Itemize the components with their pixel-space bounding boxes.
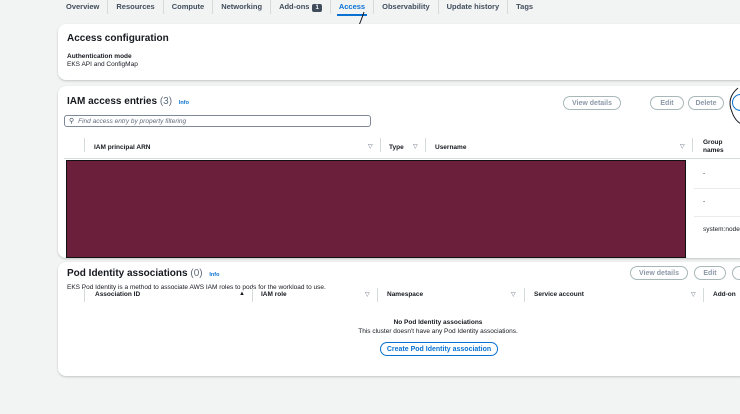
row-divider bbox=[694, 188, 740, 189]
column-separator bbox=[84, 288, 85, 302]
group-name-cell: - bbox=[703, 198, 706, 205]
sort-ascending-icon[interactable]: ▲ bbox=[239, 291, 245, 297]
tab-label: Networking bbox=[221, 2, 263, 11]
column-separator bbox=[84, 138, 85, 152]
tab-tags[interactable]: Tags bbox=[508, 0, 541, 14]
edit-button[interactable]: Edit bbox=[694, 266, 726, 280]
tab-label: Tags bbox=[516, 2, 534, 11]
column-separator bbox=[252, 288, 253, 302]
panel-description: EKS Pod Identity is a method to associat… bbox=[67, 284, 326, 291]
search-input[interactable]: ⚲ Find access entry by property filterin… bbox=[64, 115, 371, 127]
column-separator bbox=[380, 138, 381, 152]
sort-caret-icon[interactable]: ▽ bbox=[413, 143, 418, 150]
column-header-type[interactable]: Type bbox=[389, 144, 404, 151]
panel-title: Access configuration bbox=[67, 33, 169, 44]
column-header-username[interactable]: Username bbox=[435, 144, 466, 151]
tab-compute[interactable]: Compute bbox=[164, 0, 214, 14]
panel-title: IAM access entries (3) Info bbox=[67, 96, 189, 107]
column-separator bbox=[425, 138, 426, 152]
group-name-cell: system:node bbox=[703, 226, 740, 233]
pod-identity-panel: Pod Identity associations (0) Info EKS P… bbox=[58, 262, 740, 376]
panel-title: Pod Identity associations (0) Info bbox=[67, 268, 219, 279]
sort-caret-icon[interactable]: ▽ bbox=[511, 291, 516, 298]
tab-add-ons[interactable]: Add-ons 1 bbox=[271, 0, 331, 14]
header-divider bbox=[64, 158, 740, 159]
sort-caret-icon[interactable]: ▽ bbox=[365, 291, 370, 298]
entry-count: (3) bbox=[159, 96, 173, 107]
more-button[interactable] bbox=[732, 266, 740, 280]
sort-caret-icon[interactable]: ▽ bbox=[680, 143, 685, 150]
info-link[interactable]: Info bbox=[209, 272, 219, 278]
group-name-cell: - bbox=[703, 170, 706, 177]
tab-label: Overview bbox=[66, 2, 100, 11]
column-header-add-on[interactable]: Add-on bbox=[713, 291, 736, 298]
column-separator bbox=[703, 288, 704, 302]
tab-label: Update history bbox=[446, 2, 500, 11]
tab-bar: Overview Resources Compute Networking Ad… bbox=[0, 0, 740, 16]
search-icon: ⚲ bbox=[69, 118, 75, 125]
redacted-block bbox=[66, 160, 686, 258]
association-count: (0) bbox=[190, 268, 203, 279]
tab-update-history[interactable]: Update history bbox=[439, 0, 509, 14]
empty-state-title: No Pod Identity associations bbox=[393, 319, 483, 326]
sort-caret-icon[interactable]: ▽ bbox=[691, 291, 696, 298]
add-ons-count-badge: 1 bbox=[312, 4, 322, 12]
empty-state-description: This cluster doesn't have any Pod Identi… bbox=[358, 328, 518, 335]
tab-label: Add-ons bbox=[279, 2, 310, 11]
tab-networking[interactable]: Networking bbox=[213, 0, 272, 14]
iam-access-entries-panel: IAM access entries (3) Info View details… bbox=[58, 86, 740, 258]
auth-mode-label: Authentication mode bbox=[67, 53, 132, 60]
tab-overview[interactable]: Overview bbox=[58, 0, 109, 14]
tab-label: Resources bbox=[116, 2, 155, 11]
tab-observability[interactable]: Observability bbox=[374, 0, 439, 14]
column-separator bbox=[524, 288, 525, 302]
column-header-iam-principal-arn[interactable]: IAM principal ARN bbox=[94, 144, 150, 151]
column-separator bbox=[377, 288, 378, 302]
column-header-group-names[interactable]: Group names bbox=[703, 139, 733, 155]
title-text: Pod Identity associations bbox=[67, 268, 188, 279]
column-header-namespace[interactable]: Namespace bbox=[387, 291, 423, 298]
column-header-service-account[interactable]: Service account bbox=[534, 291, 584, 298]
column-header-iam-role[interactable]: IAM role bbox=[261, 291, 287, 298]
delete-button[interactable]: Delete bbox=[688, 96, 724, 110]
tab-label: Observability bbox=[382, 2, 430, 11]
view-details-button[interactable]: View details bbox=[563, 96, 621, 110]
row-divider bbox=[694, 216, 740, 217]
column-header-association-id[interactable]: Association ID bbox=[95, 291, 140, 298]
edit-button[interactable]: Edit bbox=[650, 96, 684, 110]
tab-resources[interactable]: Resources bbox=[108, 0, 164, 14]
auth-mode-value: EKS API and ConfigMap bbox=[67, 61, 138, 68]
title-text: IAM access entries bbox=[67, 96, 158, 107]
view-details-button[interactable]: View details bbox=[630, 266, 688, 280]
column-separator bbox=[692, 138, 693, 152]
tab-label: Compute bbox=[171, 2, 205, 11]
info-link[interactable]: Info bbox=[179, 100, 189, 106]
sort-caret-icon[interactable]: ▽ bbox=[368, 143, 373, 150]
access-configuration-panel: Access configuration Authentication mode… bbox=[58, 24, 740, 80]
search-placeholder: Find access entry by property filtering bbox=[78, 117, 187, 125]
annotation-stroke bbox=[729, 87, 740, 124]
create-pod-identity-button[interactable]: Create Pod Identity association bbox=[380, 342, 498, 356]
